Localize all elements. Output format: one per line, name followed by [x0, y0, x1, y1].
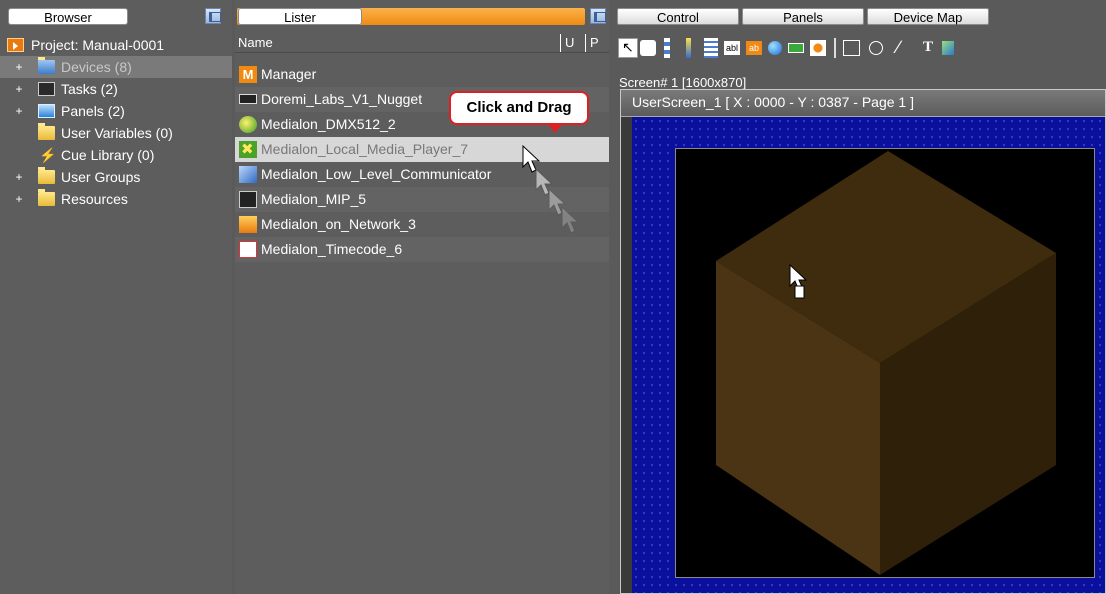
project-icon: [7, 38, 24, 52]
tab-lister[interactable]: Lister: [238, 8, 362, 25]
list-item-label: Medialon_Local_Media_Player_7: [261, 141, 469, 157]
control-tabbar: Control Panels Device Map: [612, 0, 1106, 30]
tree-item-tasks[interactable]: + Tasks (2): [0, 78, 232, 100]
screen-background-image: [675, 148, 1095, 578]
browser-tree: Project: Manual-0001 + Devices (8) + Tas…: [0, 34, 232, 210]
label-tool-icon[interactable]: ab: [746, 41, 762, 55]
list-item-label: Medialon_Timecode_6: [261, 241, 403, 257]
progress-tool-icon[interactable]: [788, 43, 804, 53]
mip-icon: [239, 191, 257, 208]
tree-item-label: User Variables (0): [61, 125, 173, 141]
tree-item-label: Devices (8): [61, 59, 132, 75]
tree-item-panels[interactable]: + Panels (2): [0, 100, 232, 122]
column-p[interactable]: P: [585, 34, 599, 52]
tab-device-map[interactable]: Device Map: [867, 8, 989, 25]
list-item-label: Medialon_DMX512_2: [261, 116, 396, 132]
image-tool-icon[interactable]: [810, 40, 826, 56]
control-panel: Control Panels Device Map abl ab Screen#…: [612, 0, 1106, 594]
folder-icon: [38, 123, 55, 140]
lister-column-header: Name U P: [235, 34, 609, 53]
tree-item-user-groups[interactable]: + User Groups: [0, 166, 232, 188]
column-u[interactable]: U: [560, 34, 574, 52]
browser-panel: Browser Project: Manual-0001 + Devices (…: [0, 0, 232, 594]
screen-size-label: Screen# 1 [1600x870]: [619, 75, 747, 90]
dmx-device-icon: [239, 116, 257, 133]
cue-library-icon: [38, 144, 56, 166]
toolbar-separator: [834, 38, 836, 58]
list-item-label: Medialon_MIP_5: [261, 191, 367, 207]
network-icon: [239, 216, 257, 233]
drawing-toolbar: abl ab: [612, 34, 1106, 64]
tree-item-devices[interactable]: + Devices (8): [0, 56, 232, 78]
expand-icon[interactable]: +: [14, 166, 24, 188]
text-field-tool-icon[interactable]: abl: [724, 41, 740, 55]
manager-icon: M: [239, 66, 257, 83]
tree-item-label: Project: Manual-0001: [31, 37, 165, 53]
tree-item-project[interactable]: Project: Manual-0001: [0, 34, 232, 56]
list-item[interactable]: M Manager: [235, 62, 609, 87]
window-title: UserScreen_1 [ X : 0000 - Y : 0387 - Pag…: [621, 90, 1105, 117]
browser-dock-icon[interactable]: [205, 8, 221, 24]
tab-panels[interactable]: Panels: [742, 8, 864, 25]
column-name[interactable]: Name: [238, 34, 273, 52]
lister-panel: Lister Name U P M Manager Doremi_Labs_V1…: [235, 0, 609, 594]
tree-item-label: Resources: [61, 191, 128, 207]
communicator-icon: [239, 166, 257, 183]
expand-icon[interactable]: +: [14, 56, 24, 78]
tree-item-label: Tasks (2): [61, 81, 118, 97]
media-player-icon: [239, 137, 257, 162]
tree-item-label: User Groups: [61, 169, 141, 185]
list-item-label: Doremi_Labs_V1_Nugget: [261, 91, 423, 107]
drag-hint-tooltip: Click and Drag: [449, 91, 589, 133]
button-tool-icon[interactable]: [640, 40, 656, 56]
list-item-label: Medialon_Low_Level_Communicator: [261, 166, 492, 182]
line-tool-icon[interactable]: [893, 37, 913, 58]
folder-icon: [38, 189, 55, 206]
tooltip-tail: [547, 123, 563, 133]
tasks-icon: [38, 82, 55, 96]
list-item-label: Manager: [261, 66, 317, 82]
picture-tool-icon[interactable]: [942, 41, 954, 55]
screen-canvas[interactable]: [632, 117, 1105, 593]
led-tool-icon[interactable]: [768, 41, 782, 55]
tree-item-user-variables[interactable]: User Variables (0): [0, 122, 232, 144]
tree-item-label: Panels (2): [61, 103, 125, 119]
doremi-device-icon: [239, 94, 257, 104]
cube-image: [716, 151, 1056, 575]
list-tool-icon[interactable]: [704, 38, 718, 58]
devices-folder-icon: [38, 57, 55, 74]
select-arrow-icon[interactable]: [618, 38, 638, 58]
expand-icon[interactable]: +: [14, 188, 24, 210]
lister-dock-icon[interactable]: [590, 8, 606, 24]
tab-control[interactable]: Control: [617, 8, 739, 25]
ellipse-tool-icon[interactable]: [869, 41, 883, 55]
tree-item-resources[interactable]: + Resources: [0, 188, 232, 210]
tooltip-text: Click and Drag: [449, 91, 589, 125]
expand-icon[interactable]: +: [14, 78, 24, 100]
gauge-tool-icon[interactable]: [686, 38, 691, 58]
text-tool-icon[interactable]: [918, 38, 938, 58]
tab-browser[interactable]: Browser: [8, 8, 128, 25]
slider-tool-icon[interactable]: [664, 38, 670, 58]
browser-tabbar: Browser: [0, 0, 232, 30]
panels-icon: [38, 104, 55, 118]
folder-icon: [38, 167, 55, 184]
tree-item-label: Cue Library (0): [61, 147, 155, 163]
tree-item-cue-library[interactable]: Cue Library (0): [0, 144, 232, 166]
list-item-label: Medialon_on_Network_3: [261, 216, 416, 232]
user-screen-window: UserScreen_1 [ X : 0000 - Y : 0387 - Pag…: [620, 89, 1106, 594]
lister-tabbar: Lister: [235, 0, 609, 30]
expand-icon[interactable]: +: [14, 100, 24, 122]
timecode-icon: [239, 241, 257, 258]
list-item[interactable]: Medialon_Local_Media_Player_7: [235, 137, 609, 162]
rectangle-tool-icon[interactable]: [843, 40, 860, 56]
list-item[interactable]: Medialon_Timecode_6: [235, 237, 609, 262]
